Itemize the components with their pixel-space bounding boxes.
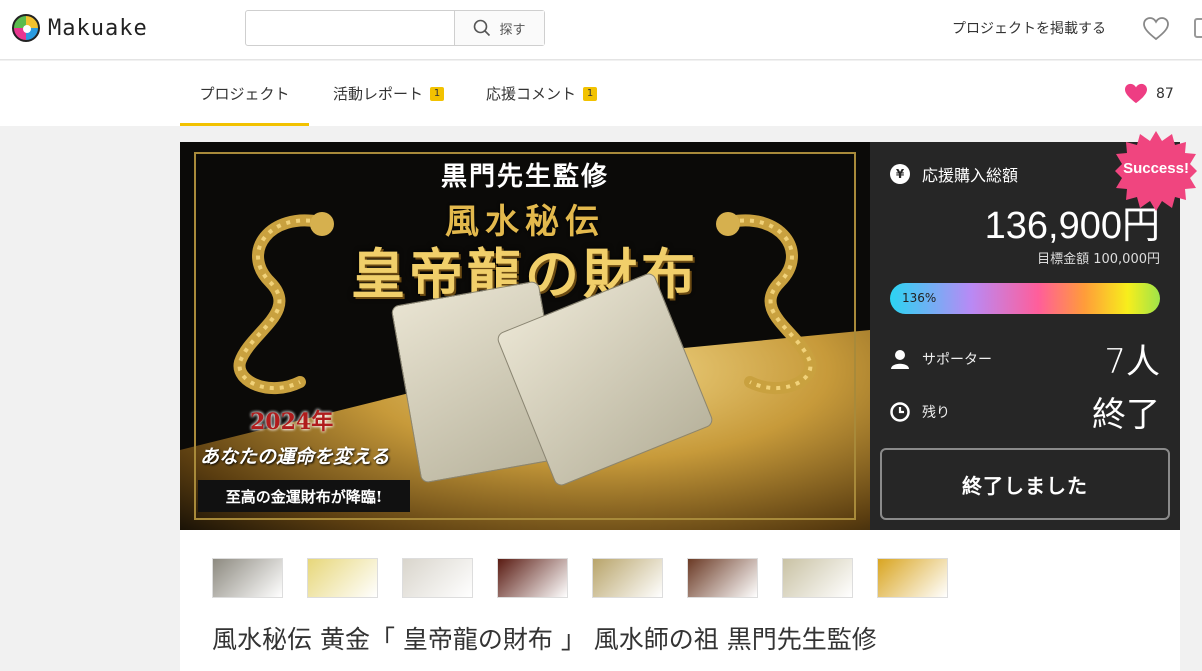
search-button-label: 探す — [499, 22, 526, 38]
thumbnail-4[interactable] — [497, 558, 568, 598]
supporters-label: サポーター — [922, 351, 992, 368]
thumbnail-6[interactable] — [687, 558, 758, 598]
remaining-value: 終了 — [1092, 395, 1160, 435]
thumbnail-5[interactable] — [592, 558, 663, 598]
yen-icon: ¥ — [890, 164, 910, 184]
tab-label: 活動レポート — [333, 85, 424, 103]
project-title: 風水秘伝 黄金「 皇帝龍の財布 」 風水師の祖 黒門先生監修 — [212, 625, 877, 654]
main-project-image[interactable]: 黒門先生監修 風水秘伝 皇帝龍の財布 2024年 あなたの運命を変える 至高の金… — [180, 142, 870, 530]
logo-mark-icon — [12, 14, 40, 42]
post-project-link[interactable]: プロジェクトを掲載する — [952, 18, 1106, 38]
thumbnail-7[interactable] — [782, 558, 853, 598]
thumbnail-2[interactable] — [307, 558, 378, 598]
tab-project[interactable]: プロジェクト — [180, 61, 309, 126]
project-tabs: プロジェクト 活動レポート 1 応援コメント 1 87 — [0, 61, 1202, 126]
tab-badge: 1 — [583, 86, 598, 101]
like-button[interactable]: 87 — [1124, 61, 1174, 126]
cart-icon[interactable] — [1194, 18, 1202, 38]
person-icon — [891, 349, 909, 369]
hero-supervisor-text: 黒門先生監修 — [440, 162, 609, 192]
clock-icon — [890, 401, 910, 422]
total-label-row: ¥ 応援購入総額 — [890, 162, 1018, 186]
search-input[interactable] — [246, 11, 454, 45]
tab-badge: 1 — [430, 86, 445, 101]
logo-text: Makuake — [48, 15, 148, 41]
hero-tagline: あなたの運命を変える — [200, 446, 390, 468]
favorite-heart-icon[interactable] — [1143, 17, 1169, 41]
search-button[interactable]: 探す — [454, 11, 544, 45]
thumbnail-8[interactable] — [877, 558, 948, 598]
progress-bar: 136% — [890, 283, 1160, 314]
supporters-value: 7人 — [1104, 342, 1160, 382]
tab-activity-report[interactable]: 活動レポート 1 — [333, 61, 445, 126]
goal-amount: 目標金額 100,000円 — [1037, 252, 1160, 267]
supporters-row: サポーター 7人 — [890, 334, 1160, 383]
total-label: 応援購入総額 — [922, 166, 1019, 185]
tab-support-comments[interactable]: 応援コメント 1 — [486, 61, 598, 126]
tab-label: プロジェクト — [199, 85, 290, 103]
like-count: 87 — [1156, 85, 1174, 102]
hero-banner: 至高の金運財布が降臨! — [198, 480, 410, 512]
makuake-logo[interactable]: Makuake — [12, 12, 148, 44]
hero-year: 2024年 — [250, 409, 334, 435]
thumbnail-1[interactable] — [212, 558, 283, 598]
success-badge-text: Success! — [1123, 160, 1189, 177]
site-header: Makuake 探す プロジェクトを掲載する — [0, 0, 1202, 60]
ended-button[interactable]: 終了しました — [880, 448, 1170, 520]
remaining-label: 残り — [922, 404, 950, 421]
tab-label: 応援コメント — [486, 85, 577, 103]
search-box: 探す — [245, 10, 545, 46]
progress-percent: 136% — [902, 291, 937, 305]
heart-icon — [1125, 83, 1147, 103]
remaining-row: 残り 終了 — [890, 387, 1160, 436]
search-icon — [474, 19, 491, 37]
thumbnail-3[interactable] — [402, 558, 473, 598]
